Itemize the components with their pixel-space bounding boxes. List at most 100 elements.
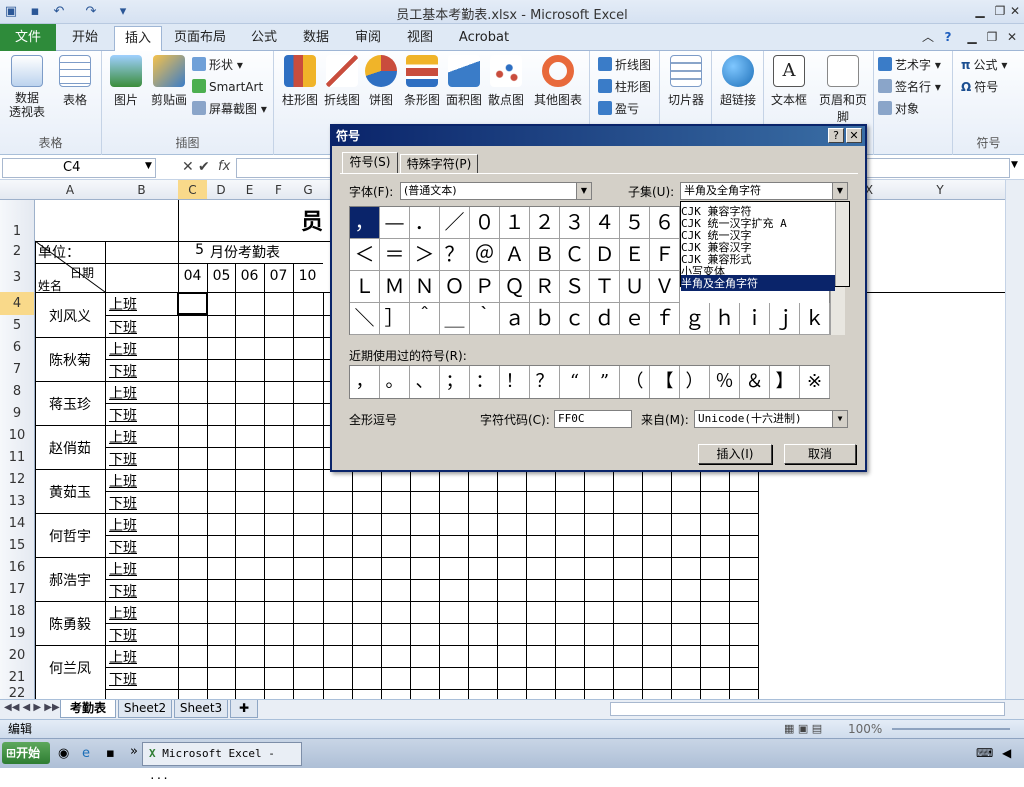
symbol-cell[interactable]: Ｂ bbox=[530, 239, 560, 271]
column-chart-button[interactable]: 柱形图 bbox=[280, 55, 320, 108]
row-header[interactable]: 20 bbox=[0, 645, 35, 667]
subset-dropdown-icon[interactable]: ▼ bbox=[832, 183, 847, 199]
symbol-cell[interactable]: Ｎ bbox=[410, 271, 440, 303]
zoom-level[interactable]: 100% bbox=[848, 720, 882, 738]
recent-symbol[interactable]: ； bbox=[440, 366, 470, 398]
symbol-cell[interactable]: Ｓ bbox=[560, 271, 590, 303]
symbol-cell[interactable]: Ｔ bbox=[590, 271, 620, 303]
symbol-cell[interactable]: ｃ bbox=[560, 303, 590, 335]
recent-symbol[interactable]: ＆ bbox=[740, 366, 770, 398]
active-cell-c4[interactable] bbox=[177, 292, 208, 315]
row-header[interactable]: 13 bbox=[0, 491, 35, 513]
symbol-cell[interactable]: Ｃ bbox=[560, 239, 590, 271]
tab-insert[interactable]: 插入 bbox=[114, 26, 162, 51]
row-header[interactable]: 7 bbox=[0, 359, 35, 381]
symbol-cell[interactable]: ３ bbox=[560, 207, 590, 239]
sheet-nav-icon[interactable]: ◀◀ ◀ ▶ ▶▶ bbox=[4, 702, 60, 713]
scatter-chart-button[interactable]: 散点图 bbox=[486, 55, 526, 108]
tab-review[interactable]: 审阅 bbox=[344, 26, 392, 51]
bar-chart-button[interactable]: 条形图 bbox=[402, 55, 442, 108]
from-combo[interactable]: Unicode(十六进制) ▼ bbox=[694, 410, 848, 428]
symbol-cell[interactable]: Ａ bbox=[500, 239, 530, 271]
recent-symbol[interactable]: 。 bbox=[380, 366, 410, 398]
symbol-cell[interactable]: Ｖ bbox=[650, 271, 680, 303]
symbol-cell[interactable]: — bbox=[380, 207, 410, 239]
recent-symbol[interactable]: 【 bbox=[650, 366, 680, 398]
from-dropdown-icon[interactable]: ▼ bbox=[832, 411, 847, 427]
symbol-cell[interactable]: ｂ bbox=[530, 303, 560, 335]
name-box-dropdown-icon[interactable]: ▼ bbox=[145, 161, 152, 171]
hyperlink-button[interactable]: 超链接 bbox=[716, 55, 760, 108]
sheet-tab-attendance[interactable]: 考勤表 bbox=[60, 700, 116, 718]
symbol-cell[interactable]: ］ bbox=[380, 303, 410, 335]
column-header-y[interactable]: Y bbox=[875, 180, 1005, 200]
symbol-cell-selected[interactable]: ， bbox=[350, 207, 380, 239]
row-header[interactable]: 22 bbox=[0, 687, 35, 700]
row-header[interactable]: 4 bbox=[0, 292, 35, 315]
sheet-tab-sheet3[interactable]: Sheet3 bbox=[174, 700, 228, 718]
expand-formula-icon[interactable]: ▼ bbox=[1011, 160, 1018, 170]
symbol-cell[interactable]: ｀ bbox=[470, 303, 500, 335]
column-header-d[interactable]: D bbox=[207, 180, 235, 200]
column-header-f[interactable]: F bbox=[264, 180, 293, 200]
row-header[interactable]: 10 bbox=[0, 425, 35, 447]
clipart-button[interactable]: 剪贴画 bbox=[148, 55, 190, 108]
row-header[interactable]: 3 bbox=[0, 263, 35, 292]
tab-file[interactable]: 文件 bbox=[0, 24, 56, 51]
doc-restore-icon[interactable]: ❐ bbox=[982, 28, 1002, 46]
wordart-button[interactable]: 艺术字 ▾ bbox=[878, 55, 941, 75]
row-header[interactable]: 2 bbox=[0, 241, 35, 263]
table-button[interactable]: 表格 bbox=[54, 55, 96, 108]
symbol-cell[interactable]: Ｅ bbox=[620, 239, 650, 271]
row-header[interactable]: 1 bbox=[0, 200, 35, 241]
symbol-cell[interactable]: ＝ bbox=[380, 239, 410, 271]
zoom-slider[interactable] bbox=[892, 728, 1010, 730]
line-chart-button[interactable]: 折线图 bbox=[322, 55, 362, 108]
tab-home[interactable]: 开始 bbox=[60, 26, 110, 51]
doc-minimize-icon[interactable]: ▁ bbox=[962, 28, 982, 46]
symbol-button[interactable]: Ω 符号 bbox=[961, 77, 998, 97]
column-header-g[interactable]: G bbox=[293, 180, 323, 200]
symbol-cell[interactable]: ＜ bbox=[350, 239, 380, 271]
screenshot-button[interactable]: 屏幕截图 ▾ bbox=[192, 99, 267, 119]
pie-chart-button[interactable]: 饼图 bbox=[364, 55, 398, 108]
cancel-entry-icon[interactable]: ✕ bbox=[182, 159, 194, 175]
object-button[interactable]: 对象 bbox=[878, 99, 919, 119]
symbol-cell[interactable]: ＿ bbox=[440, 303, 470, 335]
view-buttons-icon[interactable]: ▦ ▣ ▤ bbox=[784, 720, 822, 738]
quicklaunch-3-icon[interactable]: ▪ bbox=[106, 746, 115, 761]
sparkline-line-button[interactable]: 折线图 bbox=[598, 55, 651, 75]
symbol-cell[interactable]: ？ bbox=[440, 239, 470, 271]
tab-formulas[interactable]: 公式 bbox=[240, 26, 288, 51]
row-header[interactable]: 9 bbox=[0, 403, 35, 425]
quicklaunch-1-icon[interactable]: ◉ bbox=[58, 746, 69, 761]
tab-special-characters[interactable]: 特殊字符(P) bbox=[400, 154, 478, 174]
subset-option[interactable]: 半角及全角字符 bbox=[681, 275, 835, 291]
close-window-icon[interactable]: ✕ bbox=[1005, 2, 1024, 20]
doc-close-icon[interactable]: ✕ bbox=[1002, 28, 1022, 46]
symbol-cell[interactable]: Ｑ bbox=[500, 271, 530, 303]
ie-icon[interactable]: e bbox=[82, 746, 90, 761]
vertical-scrollbar[interactable] bbox=[1005, 180, 1024, 699]
recent-symbol[interactable]: ， bbox=[350, 366, 380, 398]
symbol-cell[interactable]: ６ bbox=[650, 207, 680, 239]
row-header[interactable]: 8 bbox=[0, 381, 35, 403]
symbol-cell[interactable]: ＼ bbox=[350, 303, 380, 335]
row-header[interactable]: 11 bbox=[0, 447, 35, 469]
char-code-input[interactable]: FF0C bbox=[554, 410, 632, 428]
symbol-cell[interactable]: ＾ bbox=[410, 303, 440, 335]
symbol-cell[interactable]: Ｄ bbox=[590, 239, 620, 271]
textbox-button[interactable]: A 文本框 bbox=[768, 55, 810, 108]
tab-view[interactable]: 视图 bbox=[396, 26, 444, 51]
symbol-cell[interactable]: ０ bbox=[470, 207, 500, 239]
subset-list-scrollbar[interactable] bbox=[835, 202, 849, 286]
recent-symbol[interactable]: ！ bbox=[500, 366, 530, 398]
recent-symbol[interactable]: （ bbox=[620, 366, 650, 398]
sparkline-column-button[interactable]: 柱形图 bbox=[598, 77, 651, 97]
horizontal-scrollbar[interactable] bbox=[610, 702, 1005, 716]
other-charts-button[interactable]: 其他图表 bbox=[530, 55, 586, 108]
row-header[interactable]: 16 bbox=[0, 557, 35, 579]
equation-button[interactable]: π 公式 ▾ bbox=[961, 55, 1007, 75]
symbol-cell[interactable]: ＠ bbox=[470, 239, 500, 271]
name-box[interactable]: C4 bbox=[2, 158, 156, 178]
